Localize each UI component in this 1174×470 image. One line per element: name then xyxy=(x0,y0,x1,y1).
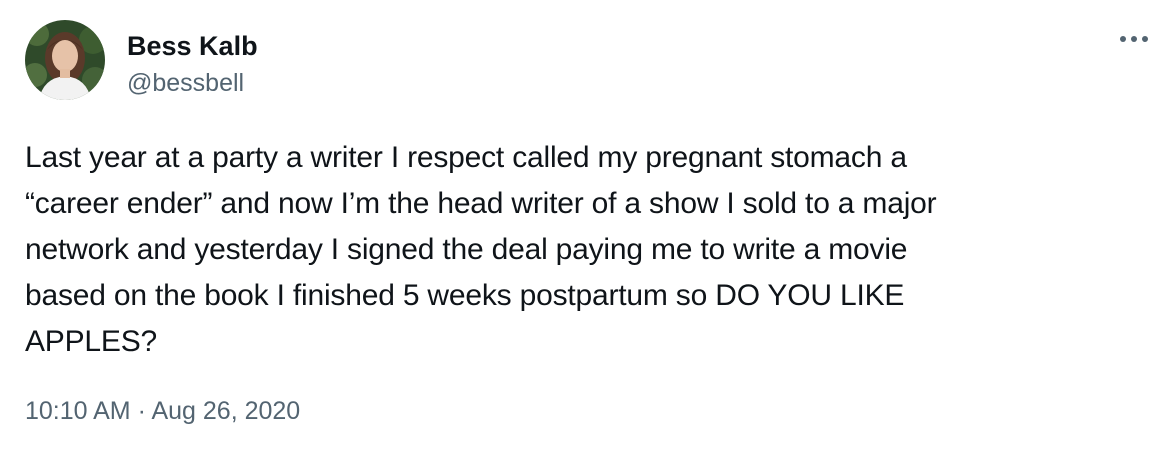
avatar[interactable] xyxy=(25,20,105,100)
author-handle[interactable]: @bessbell xyxy=(127,65,258,101)
tweet-timestamp[interactable]: 10:10 AM · Aug 26, 2020 xyxy=(25,395,1149,427)
author-names: Bess Kalb @bessbell xyxy=(127,20,258,101)
author-display-name[interactable]: Bess Kalb xyxy=(127,30,258,62)
tweet-header: Bess Kalb @bessbell xyxy=(25,20,1149,102)
profile-photo-icon xyxy=(25,20,105,100)
more-horizontal-icon xyxy=(1120,36,1148,42)
tweet-text: Last year at a party a writer I respect … xyxy=(25,141,937,358)
tweet-card: Bess Kalb @bessbell Last year at a party… xyxy=(0,0,1174,470)
more-options-button[interactable] xyxy=(1114,28,1154,50)
